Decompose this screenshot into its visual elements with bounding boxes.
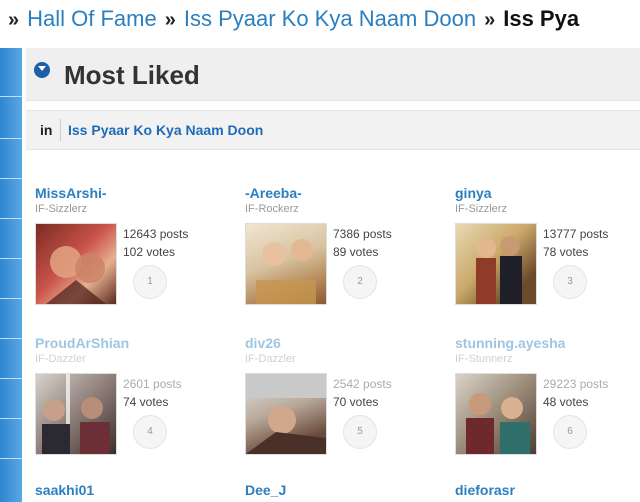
member-posts: 29223 posts: [543, 377, 609, 391]
member-posts: 13777 posts: [543, 227, 609, 241]
breadcrumb-separator-icon: »: [8, 9, 20, 31]
member-votes: 89 votes: [333, 245, 379, 259]
member-avatar[interactable]: [245, 223, 327, 305]
member-card: ProudArShian IF-Dazzler 2601 posts 74 vo…: [35, 335, 235, 475]
member-name-link[interactable]: stunning.ayesha: [455, 335, 565, 351]
member-name-link[interactable]: MissArshi-: [35, 185, 107, 201]
section-header: Most Liked: [26, 48, 640, 101]
member-avatar[interactable]: [245, 373, 327, 455]
member-name-link[interactable]: dieforasr: [455, 482, 515, 498]
collapse-toggle-icon[interactable]: [34, 62, 50, 78]
member-card: MissArshi- IF-Sizzlerz 12643 posts 102 v…: [35, 185, 235, 325]
member-name-link[interactable]: saakhi01: [35, 482, 94, 498]
member-rank: IF-Stunnerz: [455, 353, 513, 365]
member-card: div26 IF-Dazzler 2542 posts 70 votes 5: [245, 335, 445, 475]
member-votes: 48 votes: [543, 395, 589, 409]
member-card: stunning.ayesha IF-Stunnerz 29223 posts …: [455, 335, 640, 475]
member-rank: IF-Sizzlerz: [455, 203, 507, 215]
member-avatar[interactable]: [35, 373, 117, 455]
member-posts: 12643 posts: [123, 227, 189, 241]
member-rank: IF-Dazzler: [35, 353, 86, 365]
rank-badge: 1: [133, 265, 167, 299]
member-name-link[interactable]: ginya: [455, 185, 492, 201]
breadcrumb-link-show[interactable]: Iss Pyaar Ko Kya Naam Doon: [184, 6, 476, 31]
rank-badge: 6: [553, 415, 587, 449]
member-card: ginya IF-Sizzlerz 13777 posts 78 votes 3: [455, 185, 640, 325]
member-name-link[interactable]: ProudArShian: [35, 335, 129, 351]
breadcrumb: » Hall Of Fame » Iss Pyaar Ko Kya Naam Doon…: [0, 0, 640, 38]
member-rank: IF-Sizzlerz: [35, 203, 87, 215]
member-posts: 2542 posts: [333, 377, 392, 391]
filter-divider: [60, 119, 61, 141]
member-votes: 74 votes: [123, 395, 169, 409]
rank-badge: 3: [553, 265, 587, 299]
forum-filter-bar: in Iss Pyaar Ko Kya Naam Doon: [26, 110, 640, 150]
member-votes: 70 votes: [333, 395, 379, 409]
member-name-link[interactable]: div26: [245, 335, 281, 351]
member-card: -Areeba- IF-Rockerz 7386 posts 89 votes …: [245, 185, 445, 325]
rank-badge: 2: [343, 265, 377, 299]
breadcrumb-separator-icon: »: [484, 9, 496, 31]
section-title: Most Liked: [64, 60, 200, 90]
member-rank: IF-Dazzler: [245, 353, 296, 365]
member-name-link[interactable]: -Areeba-: [245, 185, 302, 201]
breadcrumb-link-hall-of-fame[interactable]: Hall Of Fame: [27, 6, 157, 31]
member-votes: 102 votes: [123, 245, 176, 259]
member-avatar[interactable]: [455, 223, 537, 305]
member-rank: IF-Rockerz: [245, 203, 299, 215]
member-name-link[interactable]: Dee_J: [245, 482, 286, 498]
member-avatar[interactable]: [35, 223, 117, 305]
most-liked-panel: Most Liked in Iss Pyaar Ko Kya Naam Doon…: [26, 48, 640, 502]
rank-badge: 4: [133, 415, 167, 449]
left-sidebar-strip[interactable]: [0, 48, 22, 502]
breadcrumb-separator-icon: »: [164, 9, 176, 31]
member-posts: 2601 posts: [123, 377, 182, 391]
rank-badge: 5: [343, 415, 377, 449]
filter-in-label: in: [40, 122, 53, 138]
member-avatar[interactable]: [455, 373, 537, 455]
filter-forum-link[interactable]: Iss Pyaar Ko Kya Naam Doon: [68, 122, 263, 138]
member-votes: 78 votes: [543, 245, 589, 259]
member-posts: 7386 posts: [333, 227, 392, 241]
breadcrumb-current: Iss Pya: [503, 6, 580, 31]
